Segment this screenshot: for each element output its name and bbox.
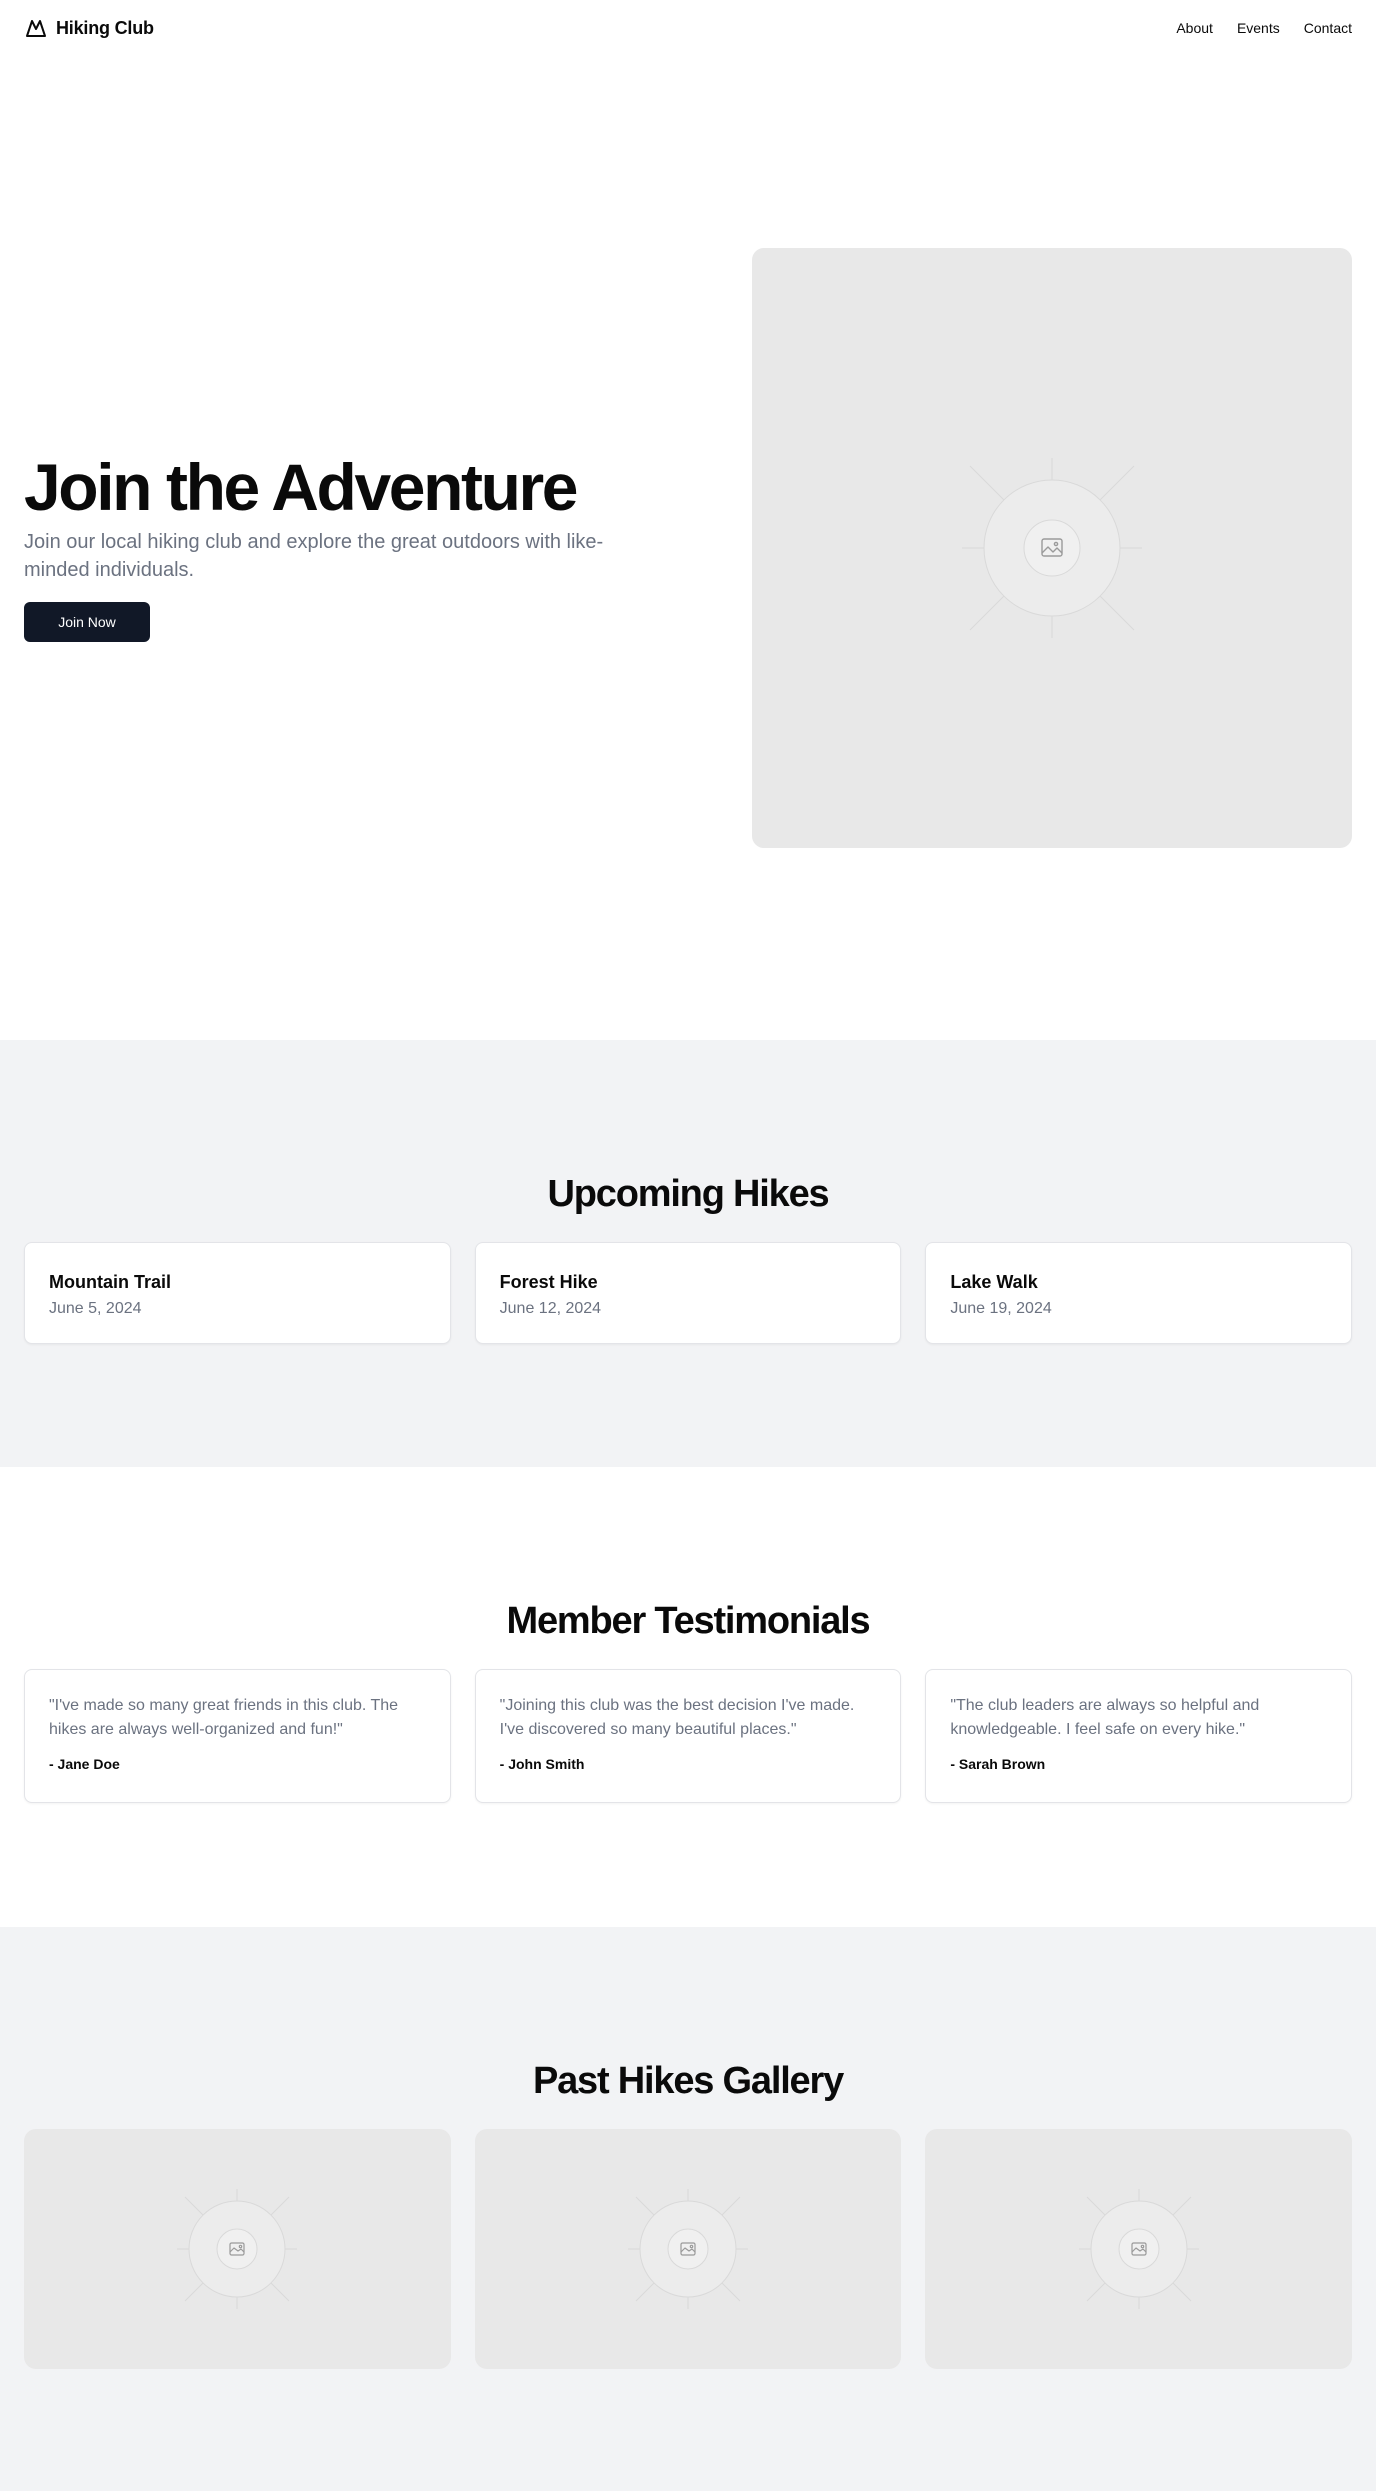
hero-title: Join the Adventure <box>24 450 578 524</box>
testimonials-section: Member Testimonials "I've made so many g… <box>0 1467 1376 1927</box>
hike-card-list: Mountain Trail June 5, 2024 Forest Hike … <box>24 1242 1352 1344</box>
image-placeholder-icon <box>627 2189 748 2309</box>
site-header: Hiking Club About Events Contact <box>0 0 1376 56</box>
join-now-button[interactable]: Join Now <box>24 602 150 642</box>
hero-image-placeholder <box>752 248 1352 848</box>
gallery-image-placeholder[interactable] <box>474 2129 902 2369</box>
testimonial-author: - John Smith <box>499 1756 585 1772</box>
mountain-icon <box>26 20 46 37</box>
upcoming-hikes-section: Upcoming Hikes Mountain Trail June 5, 20… <box>0 1040 1376 1467</box>
gallery-grid <box>24 2129 1352 2369</box>
hero-content: Join the Adventure Join our local hiking… <box>24 454 664 642</box>
upcoming-hikes-title: Upcoming Hikes <box>547 1173 830 1215</box>
testimonials-title: Member Testimonials <box>506 1600 871 1642</box>
testimonial-author: - Sarah Brown <box>950 1756 1046 1772</box>
nav-about-link[interactable]: About <box>1176 20 1213 36</box>
gallery-section: Past Hikes Gallery <box>0 1927 1376 2491</box>
hike-card[interactable]: Lake Walk June 19, 2024 <box>925 1242 1352 1344</box>
testimonial-card: "Joining this club was the best decision… <box>474 1669 902 1803</box>
hike-date: June 12, 2024 <box>499 1300 602 1317</box>
testimonial-card: "The club leaders are always so helpful … <box>925 1669 1352 1803</box>
hero-subtitle: Join our local hiking club and explore t… <box>24 531 604 581</box>
hero-section: Join the Adventure Join our local hiking… <box>0 56 1376 1040</box>
image-placeholder-icon <box>177 2189 298 2309</box>
image-placeholder-icon <box>1078 2189 1199 2309</box>
testimonial-quote: "I've made so many great friends in this… <box>49 1697 399 1738</box>
hike-name: Mountain Trail <box>49 1272 172 1292</box>
main-nav: About Events Contact <box>1176 20 1352 36</box>
hike-date: June 5, 2024 <box>49 1300 142 1317</box>
gallery-image-placeholder[interactable] <box>24 2129 451 2369</box>
image-placeholder-icon <box>962 458 1142 638</box>
brand-link[interactable]: Hiking Club <box>24 16 154 40</box>
hike-card[interactable]: Forest Hike June 12, 2024 <box>474 1242 902 1344</box>
testimonial-quote: "Joining this club was the best decision… <box>499 1697 855 1738</box>
nav-contact-link[interactable]: Contact <box>1304 20 1352 36</box>
nav-events-link[interactable]: Events <box>1237 20 1280 36</box>
testimonial-card: "I've made so many great friends in this… <box>24 1669 451 1803</box>
testimonial-author: - Jane Doe <box>49 1756 120 1772</box>
hike-date: June 19, 2024 <box>950 1300 1052 1317</box>
gallery-title: Past Hikes Gallery <box>532 2060 844 2102</box>
testimonial-list: "I've made so many great friends in this… <box>24 1669 1352 1803</box>
hike-name: Lake Walk <box>950 1272 1038 1292</box>
gallery-image-placeholder[interactable] <box>925 2129 1352 2369</box>
hike-name: Forest Hike <box>499 1272 598 1292</box>
brand-name: Hiking Club <box>56 17 154 38</box>
testimonial-quote: "The club leaders are always so helpful … <box>950 1697 1260 1738</box>
hike-card[interactable]: Mountain Trail June 5, 2024 <box>24 1242 451 1344</box>
